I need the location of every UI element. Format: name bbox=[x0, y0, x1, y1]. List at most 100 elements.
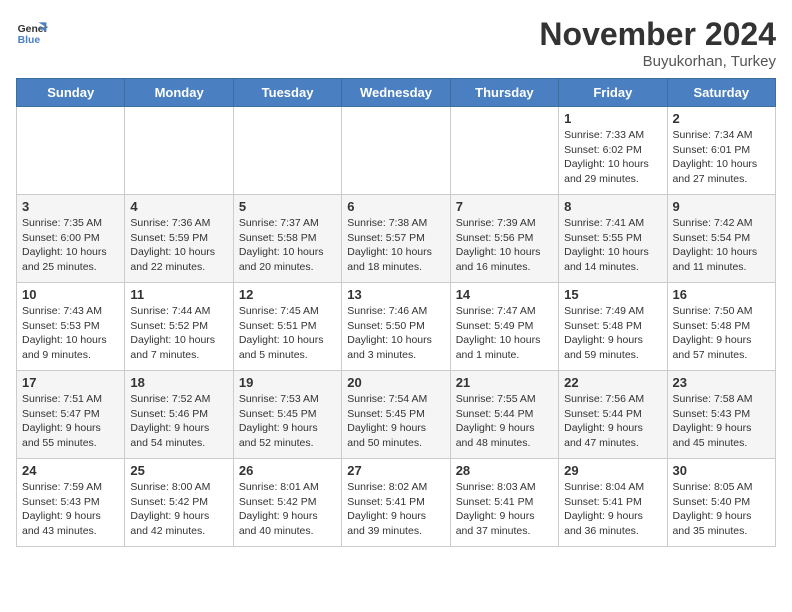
calendar-cell: 8 Sunrise: 7:41 AMSunset: 5:55 PMDaylight… bbox=[559, 195, 667, 283]
calendar-cell: 16 Sunrise: 7:50 AMSunset: 5:48 PMDayligh… bbox=[667, 283, 775, 371]
weekday-header-sunday: Sunday bbox=[17, 79, 125, 107]
calendar-cell: 5 Sunrise: 7:37 AMSunset: 5:58 PMDaylight… bbox=[233, 195, 341, 283]
calendar-cell: 23Sunrise: 7:58 AMSunset: 5:43 PMDayligh… bbox=[667, 371, 775, 459]
day-info: Sunrise: 7:51 AMSunset: 5:47 PMDaylight:… bbox=[22, 392, 119, 451]
week-row-1: 1 Sunrise: 7:33 AMSunset: 6:02 PMDaylight… bbox=[17, 107, 776, 195]
day-info: Sunrise: 7:52 AMSunset: 5:46 PMDaylight:… bbox=[130, 392, 227, 451]
calendar-body: 1 Sunrise: 7:33 AMSunset: 6:02 PMDaylight… bbox=[17, 107, 776, 547]
calendar-cell: 19 Sunrise: 7:53 AMSunset: 5:45 PMDayligh… bbox=[233, 371, 341, 459]
day-number: 5 bbox=[239, 199, 336, 214]
day-number: 1 bbox=[564, 111, 661, 126]
day-number: 7 bbox=[456, 199, 553, 214]
location: Buyukorhan, Turkey bbox=[539, 53, 776, 70]
day-info: Sunrise: 7:35 AMSunset: 6:00 PMDaylight:… bbox=[22, 216, 119, 275]
calendar-cell: 22 Sunrise: 7:56 AMSunset: 5:44 PMDayligh… bbox=[559, 371, 667, 459]
calendar-cell: 13Sunrise: 7:46 AMSunset: 5:50 PMDayligh… bbox=[342, 283, 450, 371]
header: General Blue November 2024 Buyukorhan, T… bbox=[16, 16, 776, 70]
day-number: 4 bbox=[130, 199, 227, 214]
calendar-cell: 30 Sunrise: 8:05 AMSunset: 5:40 PMDayligh… bbox=[667, 459, 775, 547]
day-info: Sunrise: 8:02 AMSunset: 5:41 PMDaylight:… bbox=[347, 480, 444, 539]
calendar-cell: 21Sunrise: 7:55 AMSunset: 5:44 PMDayligh… bbox=[450, 371, 558, 459]
day-number: 14 bbox=[456, 287, 553, 302]
day-info: Sunrise: 7:33 AMSunset: 6:02 PMDaylight:… bbox=[564, 128, 661, 187]
calendar-cell: 6 Sunrise: 7:38 AMSunset: 5:57 PMDaylight… bbox=[342, 195, 450, 283]
day-number: 12 bbox=[239, 287, 336, 302]
calendar-cell: 15 Sunrise: 7:49 AMSunset: 5:48 PMDayligh… bbox=[559, 283, 667, 371]
day-number: 8 bbox=[564, 199, 661, 214]
day-number: 25 bbox=[130, 463, 227, 478]
weekday-header-friday: Friday bbox=[559, 79, 667, 107]
calendar-cell bbox=[125, 107, 233, 195]
calendar-cell: 1 Sunrise: 7:33 AMSunset: 6:02 PMDaylight… bbox=[559, 107, 667, 195]
calendar: SundayMondayTuesdayWednesdayThursdayFrid… bbox=[16, 78, 776, 547]
day-number: 2 bbox=[673, 111, 770, 126]
calendar-cell: 27 Sunrise: 8:02 AMSunset: 5:41 PMDayligh… bbox=[342, 459, 450, 547]
day-number: 26 bbox=[239, 463, 336, 478]
calendar-cell: 10 Sunrise: 7:43 AMSunset: 5:53 PMDayligh… bbox=[17, 283, 125, 371]
day-info: Sunrise: 7:36 AMSunset: 5:59 PMDaylight:… bbox=[130, 216, 227, 275]
week-row-4: 17 Sunrise: 7:51 AMSunset: 5:47 PMDayligh… bbox=[17, 371, 776, 459]
day-info: Sunrise: 7:47 AMSunset: 5:49 PMDaylight:… bbox=[456, 304, 553, 363]
logo-icon: General Blue bbox=[16, 16, 48, 48]
day-number: 27 bbox=[347, 463, 444, 478]
calendar-cell: 12 Sunrise: 7:45 AMSunset: 5:51 PMDayligh… bbox=[233, 283, 341, 371]
calendar-cell: 14 Sunrise: 7:47 AMSunset: 5:49 PMDayligh… bbox=[450, 283, 558, 371]
title-area: November 2024 Buyukorhan, Turkey bbox=[539, 16, 776, 70]
day-info: Sunrise: 8:05 AMSunset: 5:40 PMDaylight:… bbox=[673, 480, 770, 539]
day-info: Sunrise: 7:58 AMSunset: 5:43 PMDaylight:… bbox=[673, 392, 770, 451]
day-number: 30 bbox=[673, 463, 770, 478]
day-number: 19 bbox=[239, 375, 336, 390]
week-row-5: 24Sunrise: 7:59 AMSunset: 5:43 PMDayligh… bbox=[17, 459, 776, 547]
calendar-cell: 28 Sunrise: 8:03 AMSunset: 5:41 PMDayligh… bbox=[450, 459, 558, 547]
day-number: 10 bbox=[22, 287, 119, 302]
weekday-header-tuesday: Tuesday bbox=[233, 79, 341, 107]
day-number: 17 bbox=[22, 375, 119, 390]
month-title: November 2024 bbox=[539, 16, 776, 53]
day-number: 29 bbox=[564, 463, 661, 478]
day-number: 24 bbox=[22, 463, 119, 478]
week-row-2: 3 Sunrise: 7:35 AMSunset: 6:00 PMDaylight… bbox=[17, 195, 776, 283]
day-number: 15 bbox=[564, 287, 661, 302]
calendar-cell: 20 Sunrise: 7:54 AMSunset: 5:45 PMDayligh… bbox=[342, 371, 450, 459]
day-number: 18 bbox=[130, 375, 227, 390]
day-info: Sunrise: 7:37 AMSunset: 5:58 PMDaylight:… bbox=[239, 216, 336, 275]
day-number: 20 bbox=[347, 375, 444, 390]
day-info: Sunrise: 7:43 AMSunset: 5:53 PMDaylight:… bbox=[22, 304, 119, 363]
day-info: Sunrise: 7:39 AMSunset: 5:56 PMDaylight:… bbox=[456, 216, 553, 275]
day-number: 21 bbox=[456, 375, 553, 390]
day-info: Sunrise: 7:41 AMSunset: 5:55 PMDaylight:… bbox=[564, 216, 661, 275]
calendar-cell: 18 Sunrise: 7:52 AMSunset: 5:46 PMDayligh… bbox=[125, 371, 233, 459]
day-info: Sunrise: 7:34 AMSunset: 6:01 PMDaylight:… bbox=[673, 128, 770, 187]
calendar-cell: 25Sunrise: 8:00 AMSunset: 5:42 PMDayligh… bbox=[125, 459, 233, 547]
weekday-header-thursday: Thursday bbox=[450, 79, 558, 107]
day-info: Sunrise: 7:44 AMSunset: 5:52 PMDaylight:… bbox=[130, 304, 227, 363]
logo: General Blue bbox=[16, 16, 48, 48]
day-info: Sunrise: 7:53 AMSunset: 5:45 PMDaylight:… bbox=[239, 392, 336, 451]
day-number: 9 bbox=[673, 199, 770, 214]
day-number: 22 bbox=[564, 375, 661, 390]
day-info: Sunrise: 8:03 AMSunset: 5:41 PMDaylight:… bbox=[456, 480, 553, 539]
week-row-3: 10 Sunrise: 7:43 AMSunset: 5:53 PMDayligh… bbox=[17, 283, 776, 371]
day-info: Sunrise: 8:04 AMSunset: 5:41 PMDaylight:… bbox=[564, 480, 661, 539]
calendar-cell: 7 Sunrise: 7:39 AMSunset: 5:56 PMDaylight… bbox=[450, 195, 558, 283]
calendar-header: SundayMondayTuesdayWednesdayThursdayFrid… bbox=[17, 79, 776, 107]
day-number: 28 bbox=[456, 463, 553, 478]
svg-text:Blue: Blue bbox=[18, 35, 41, 46]
day-number: 16 bbox=[673, 287, 770, 302]
day-info: Sunrise: 7:38 AMSunset: 5:57 PMDaylight:… bbox=[347, 216, 444, 275]
day-info: Sunrise: 7:45 AMSunset: 5:51 PMDaylight:… bbox=[239, 304, 336, 363]
calendar-cell: 29 Sunrise: 8:04 AMSunset: 5:41 PMDayligh… bbox=[559, 459, 667, 547]
day-info: Sunrise: 7:56 AMSunset: 5:44 PMDaylight:… bbox=[564, 392, 661, 451]
calendar-cell: 26Sunrise: 8:01 AMSunset: 5:42 PMDayligh… bbox=[233, 459, 341, 547]
calendar-cell: 11Sunrise: 7:44 AMSunset: 5:52 PMDayligh… bbox=[125, 283, 233, 371]
weekday-header-wednesday: Wednesday bbox=[342, 79, 450, 107]
calendar-cell: 9Sunrise: 7:42 AMSunset: 5:54 PMDaylight… bbox=[667, 195, 775, 283]
calendar-cell: 4 Sunrise: 7:36 AMSunset: 5:59 PMDaylight… bbox=[125, 195, 233, 283]
day-number: 6 bbox=[347, 199, 444, 214]
day-info: Sunrise: 7:54 AMSunset: 5:45 PMDaylight:… bbox=[347, 392, 444, 451]
calendar-cell bbox=[233, 107, 341, 195]
day-info: Sunrise: 7:50 AMSunset: 5:48 PMDaylight:… bbox=[673, 304, 770, 363]
day-number: 3 bbox=[22, 199, 119, 214]
calendar-cell bbox=[342, 107, 450, 195]
day-info: Sunrise: 7:49 AMSunset: 5:48 PMDaylight:… bbox=[564, 304, 661, 363]
